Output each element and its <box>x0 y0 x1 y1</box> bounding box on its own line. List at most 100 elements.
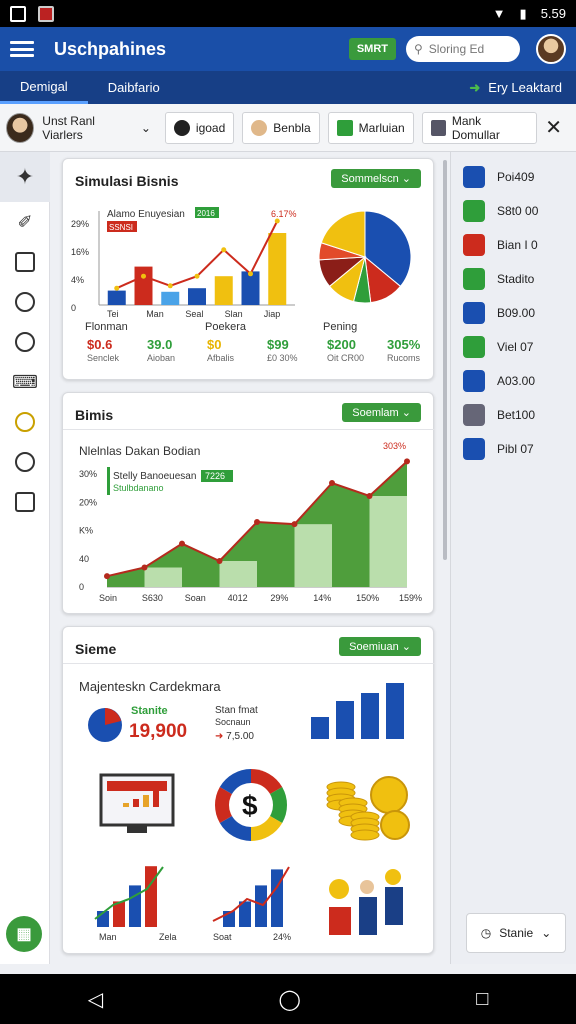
y-tick-label: 16% <box>71 247 89 257</box>
menu-icon[interactable] <box>10 41 34 57</box>
y-tick-label: 20% <box>79 497 97 507</box>
search-input[interactable]: ⚲ Sloring Ed <box>406 36 520 62</box>
x-tick-label: Soat <box>213 932 232 942</box>
chip-mank-domullar[interactable]: Mank Domullar <box>421 111 538 144</box>
right-list-item[interactable]: B09.00 <box>451 296 576 330</box>
x-tick-label: Zela <box>159 932 177 942</box>
pin-icon[interactable]: ✐ <box>0 202 50 242</box>
dollar-icon: $ <box>242 790 258 821</box>
chip-label: igoad <box>195 120 226 135</box>
card-simulasi-bisnis: Simulasi Bisnis Sommelscn 29%16%4%0Alamo… <box>62 158 434 380</box>
x-tick-label: Jiap <box>264 309 281 319</box>
statie-dropdown[interactable]: ◷ Stanie ⌄ <box>466 913 566 953</box>
bar <box>161 291 180 305</box>
monitor-stand <box>127 825 147 833</box>
globe-icon[interactable] <box>0 322 50 362</box>
line-point <box>366 493 373 499</box>
bar <box>145 866 157 927</box>
document-icon[interactable] <box>0 242 50 282</box>
line-point <box>216 558 223 564</box>
y-tick-label: 40 <box>79 554 89 564</box>
coin-icon <box>370 776 408 814</box>
right-list-item[interactable]: Viel 07 <box>451 330 576 364</box>
line-point <box>221 247 227 253</box>
monitor-bar <box>123 803 129 807</box>
battery-icon: ▮ <box>519 5 527 21</box>
stat-label: Flonman <box>85 321 128 333</box>
clock-icon: ◷ <box>480 926 492 940</box>
right-list-item[interactable]: Bet100 <box>451 398 576 432</box>
close-icon[interactable]: ✕ <box>545 115 570 140</box>
stat-sub: Aioban <box>147 353 176 363</box>
x-tick-label: Soan <box>185 593 206 603</box>
stat-value: $0 <box>207 337 222 352</box>
smart-button[interactable]: SMRT <box>348 38 396 60</box>
line-point <box>248 271 253 277</box>
coin-icon <box>380 810 410 840</box>
location-icon[interactable] <box>0 442 50 482</box>
network-icon[interactable]: ✦ <box>0 152 50 202</box>
bar <box>271 869 283 927</box>
bar <box>188 288 206 305</box>
person-body <box>385 887 403 925</box>
chevron-down-icon: ⌄ <box>541 926 552 940</box>
line-point <box>329 480 335 486</box>
right-list-item[interactable]: Bian I 0 <box>451 228 576 262</box>
bar <box>241 271 260 305</box>
scrollbar[interactable] <box>443 160 447 560</box>
line-point <box>254 519 260 525</box>
tab-demigal[interactable]: Demigal <box>0 71 88 104</box>
legend-marker <box>107 467 110 495</box>
monitor-bar <box>133 799 139 807</box>
statie-label: Stanie <box>499 926 534 940</box>
user-selector[interactable]: Unst Ranl Viarlers ⌄ <box>6 112 151 143</box>
person-icon <box>251 119 268 136</box>
right-list-item[interactable]: A03.00 <box>451 364 576 398</box>
right-list-item[interactable]: S8t0 00 <box>451 194 576 228</box>
keyboard-icon[interactable]: ⌨ <box>0 362 50 402</box>
chip-marluian[interactable]: Marluian <box>327 111 414 144</box>
line-point <box>194 273 200 279</box>
grid-fab-button[interactable]: ▦ <box>6 916 42 952</box>
person-head <box>360 880 374 894</box>
back-icon[interactable]: ◁ <box>88 987 103 1012</box>
clock-icon[interactable] <box>0 282 50 322</box>
line-point <box>404 458 410 465</box>
system-nav-bar: ◁ ◯ □ <box>0 974 576 1024</box>
chart-title: Nlelnlas Dakan Bodian <box>79 444 200 458</box>
area-band <box>144 567 182 587</box>
home-icon[interactable]: ◯ <box>278 987 300 1012</box>
line-point <box>141 564 148 571</box>
card2-chart: Nlelnlas Dakan Bodian 303% 30% 20% K% 40 0 Stel… <box>79 441 422 603</box>
timer-icon[interactable] <box>0 402 50 442</box>
status-time: 5.59 <box>540 6 566 21</box>
right-list-item[interactable]: Poi409 <box>451 160 576 194</box>
x-tick-label: 14% <box>313 593 331 603</box>
right-list-label: Stadito <box>497 272 535 286</box>
right-list-item[interactable]: Pibl 07 <box>451 432 576 466</box>
chip-benbla[interactable]: Benbla <box>242 111 320 144</box>
line-point <box>167 283 173 289</box>
tab-right-label: Ery Leaktard <box>488 80 562 95</box>
legend-label: 2016 <box>197 209 215 218</box>
stat-sub: Rucoms <box>387 353 421 363</box>
tab-right-link[interactable]: ➜ Ery Leaktard <box>469 80 576 96</box>
right-list-label: Bian I 0 <box>497 238 538 252</box>
item-icon <box>463 268 485 290</box>
avatar[interactable] <box>536 34 566 64</box>
recents-icon[interactable]: □ <box>476 988 488 1011</box>
monitor-header <box>107 781 167 791</box>
bar <box>386 683 404 739</box>
x-tick-label: S630 <box>142 593 163 603</box>
chip-igoad[interactable]: igoad <box>164 111 235 144</box>
phone-icon <box>173 119 190 136</box>
tab-daibfario[interactable]: Daibfario <box>88 71 180 104</box>
right-list-label: Bet100 <box>497 408 536 422</box>
stat-value: 305% <box>387 337 421 352</box>
right-list-item[interactable]: Stadito <box>451 262 576 296</box>
bar <box>255 885 267 927</box>
x-tick-label: 24% <box>273 932 291 942</box>
calendar-icon[interactable] <box>0 482 50 522</box>
x-tick-label: Soin <box>99 593 117 603</box>
chart-title: Alamo Enuyesian <box>107 209 185 220</box>
